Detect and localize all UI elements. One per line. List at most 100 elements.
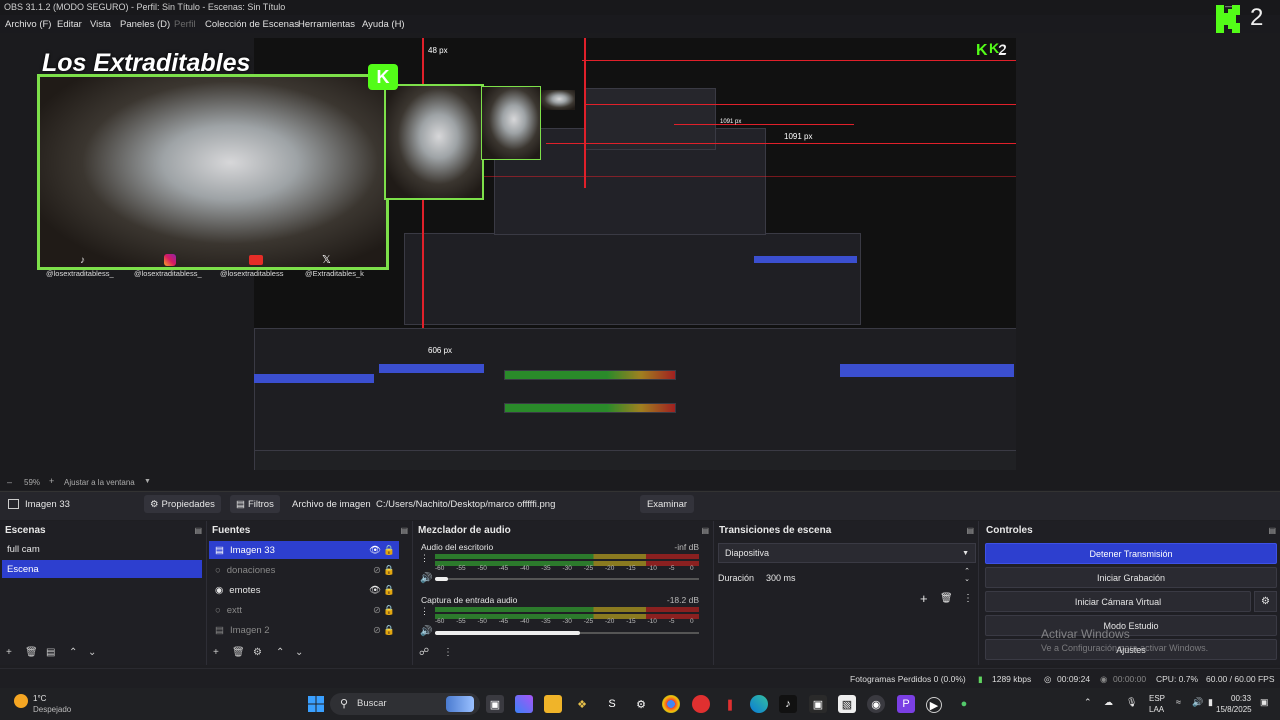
lock-icon[interactable]: 🔒 bbox=[383, 605, 395, 616]
stepper-icon[interactable]: ⌃ ⌄ bbox=[964, 567, 970, 583]
edge-icon[interactable] bbox=[750, 695, 768, 713]
move-up-icon[interactable]: ⌃ bbox=[276, 647, 284, 658]
notification-icon[interactable]: ▣ bbox=[1260, 697, 1269, 708]
chevron-down-icon[interactable]: ▼ bbox=[144, 478, 151, 485]
scene-item-full-cam[interactable]: full cam bbox=[2, 540, 202, 558]
app-icon[interactable]: ❖ bbox=[573, 695, 591, 713]
dock-menu-icon[interactable]: ▤ bbox=[701, 526, 709, 535]
eye-icon[interactable]: 👁 bbox=[369, 585, 381, 596]
trash-icon[interactable]: 🗑 bbox=[232, 647, 245, 658]
menu-herramientas[interactable]: Herramientas bbox=[298, 19, 355, 30]
source-item-extt[interactable]: ○ extt ⊘ 🔒 bbox=[209, 601, 399, 619]
menu-coleccion[interactable]: Colección de Escenas bbox=[205, 19, 299, 30]
file-explorer-icon[interactable] bbox=[544, 695, 562, 713]
move-up-icon[interactable]: ⌃ bbox=[69, 647, 77, 658]
scene-filters-icon[interactable]: ▤ bbox=[46, 647, 55, 658]
trash-icon[interactable]: 🗑 bbox=[940, 593, 953, 604]
kebab-icon[interactable]: ⋮ bbox=[963, 593, 973, 604]
dock-menu-icon[interactable]: ▤ bbox=[400, 526, 408, 535]
green-app-icon[interactable]: ● bbox=[955, 695, 973, 713]
menu-editar[interactable]: Editar bbox=[57, 19, 82, 30]
lock-icon[interactable]: 🔒 bbox=[383, 565, 395, 576]
volume-slider[interactable] bbox=[435, 578, 699, 580]
duration-input[interactable]: 300 ms ⌃ ⌄ bbox=[762, 567, 974, 587]
lock-icon[interactable]: 🔒 bbox=[383, 585, 395, 596]
battery-icon[interactable]: ▮ bbox=[1208, 697, 1213, 708]
dock-menu-icon[interactable]: ▤ bbox=[966, 526, 974, 535]
add-transition-icon[interactable]: + bbox=[920, 591, 928, 606]
eye-hidden-icon[interactable]: ⊘ bbox=[373, 565, 381, 576]
source-item-donaciones[interactable]: ○ donaciones ⊘ 🔒 bbox=[209, 561, 399, 579]
speaker-icon[interactable]: 🔊 bbox=[420, 626, 432, 637]
kebab-icon[interactable]: ⋮ bbox=[420, 606, 429, 617]
taskbar-search[interactable]: ⚲ Buscar bbox=[330, 693, 480, 715]
capcut-icon[interactable]: ▧ bbox=[838, 695, 856, 713]
image-path[interactable]: C:/Users/Nachito/Desktop/marco offfffi.p… bbox=[376, 499, 555, 510]
start-recording-button[interactable]: Iniciar Grabación bbox=[985, 567, 1277, 588]
zoom-out-icon[interactable]: – bbox=[7, 477, 12, 487]
start-virtual-camera-button[interactable]: Iniciar Cámara Virtual bbox=[985, 591, 1251, 612]
trash-icon[interactable]: 🗑 bbox=[25, 647, 38, 658]
properties-button[interactable]: ⚙ Propiedades bbox=[144, 495, 221, 513]
store-icon[interactable]: ▣ bbox=[809, 695, 827, 713]
task-view-icon[interactable]: ▣ bbox=[486, 695, 504, 713]
kebab-icon[interactable]: ⋮ bbox=[420, 553, 429, 564]
scene-item-escena[interactable]: Escena bbox=[2, 560, 202, 578]
media-player-icon[interactable]: ▶ bbox=[926, 697, 942, 713]
browse-button[interactable]: Examinar bbox=[640, 495, 694, 513]
eye-hidden-icon[interactable]: ⊘ bbox=[373, 605, 381, 616]
clock-time[interactable]: 00:33 bbox=[1231, 694, 1251, 703]
weather-icon[interactable] bbox=[14, 694, 28, 708]
add-scene-icon[interactable]: + bbox=[6, 647, 12, 658]
menu-perfil[interactable]: Perfil bbox=[174, 19, 196, 30]
meter-tick-label: -55 bbox=[456, 618, 466, 625]
stop-streaming-button[interactable]: Detener Transmisión bbox=[985, 543, 1277, 564]
menu-archivo[interactable]: Archivo (F) bbox=[5, 19, 51, 30]
menu-vista[interactable]: Vista bbox=[90, 19, 111, 30]
add-source-icon[interactable]: + bbox=[213, 647, 219, 658]
speaker-icon[interactable]: 🔊 bbox=[420, 573, 432, 584]
mic-icon[interactable]: 🎙 bbox=[1126, 697, 1137, 708]
gear-icon[interactable]: ⚙ bbox=[253, 647, 262, 658]
menu-ayuda[interactable]: Ayuda (H) bbox=[362, 19, 405, 30]
skype-icon[interactable]: S bbox=[603, 695, 621, 713]
cpu-usage: CPU: 0.7% bbox=[1156, 674, 1199, 684]
eye-icon[interactable]: 👁 bbox=[369, 545, 381, 556]
chrome-icon[interactable] bbox=[662, 695, 680, 713]
copilot-icon[interactable] bbox=[515, 695, 533, 713]
wifi-icon[interactable]: ≈ bbox=[1176, 697, 1181, 707]
move-down-icon[interactable]: ⌄ bbox=[295, 647, 303, 658]
move-down-icon[interactable]: ⌄ bbox=[88, 647, 96, 658]
duration-value: 300 ms bbox=[766, 573, 796, 583]
lock-icon[interactable]: 🔒 bbox=[383, 545, 395, 556]
fit-window-label[interactable]: Ajustar a la ventana bbox=[64, 478, 135, 487]
language[interactable]: ESP bbox=[1149, 694, 1165, 703]
filters-button[interactable]: ▤ Filtros bbox=[230, 495, 280, 513]
tiktok-app-icon[interactable]: ♪ bbox=[779, 695, 797, 713]
source-item-imagen33[interactable]: ▤ Imagen 33 👁 🔒 bbox=[209, 541, 399, 559]
source-item-emotes[interactable]: ◉ emotes 👁 🔒 bbox=[209, 581, 399, 599]
obs-icon[interactable]: ◉ bbox=[867, 695, 885, 713]
red-app-icon[interactable]: ❚ bbox=[721, 695, 739, 713]
link-icon[interactable]: ☍ bbox=[419, 647, 429, 658]
transition-select[interactable]: Diapositiva ▼ bbox=[718, 543, 976, 563]
menu-paneles[interactable]: Paneles (D) bbox=[120, 19, 170, 30]
eye-hidden-icon[interactable]: ⊘ bbox=[373, 625, 381, 636]
app-p-icon[interactable]: P bbox=[897, 695, 915, 713]
zoom-level: 59% bbox=[24, 478, 41, 487]
windows-start-icon[interactable] bbox=[307, 695, 325, 713]
gear-icon[interactable]: ⚙ bbox=[1254, 591, 1277, 612]
source-item-imagen2[interactable]: ▤ Imagen 2 ⊘ 🔒 bbox=[209, 621, 399, 639]
record-app-icon[interactable] bbox=[692, 695, 710, 713]
gear-app-icon[interactable]: ⚙ bbox=[632, 695, 650, 713]
zoom-in-icon[interactable]: + bbox=[49, 476, 54, 486]
window-title: OBS 31.1.2 (MODO SEGURO) - Perfil: Sin T… bbox=[4, 2, 286, 12]
dock-menu-icon[interactable]: ▤ bbox=[1268, 526, 1276, 535]
studio-mode-button[interactable]: Modo Estudio bbox=[985, 615, 1277, 636]
chevron-up-icon[interactable]: ⌃ bbox=[1084, 697, 1092, 708]
cloud-icon[interactable]: ☁ bbox=[1104, 697, 1113, 708]
kebab-icon[interactable]: ⋮ bbox=[443, 647, 453, 658]
lock-icon[interactable]: 🔒 bbox=[383, 625, 395, 636]
dock-menu-icon[interactable]: ▤ bbox=[194, 526, 202, 535]
volume-icon[interactable]: 🔊 bbox=[1192, 697, 1203, 708]
